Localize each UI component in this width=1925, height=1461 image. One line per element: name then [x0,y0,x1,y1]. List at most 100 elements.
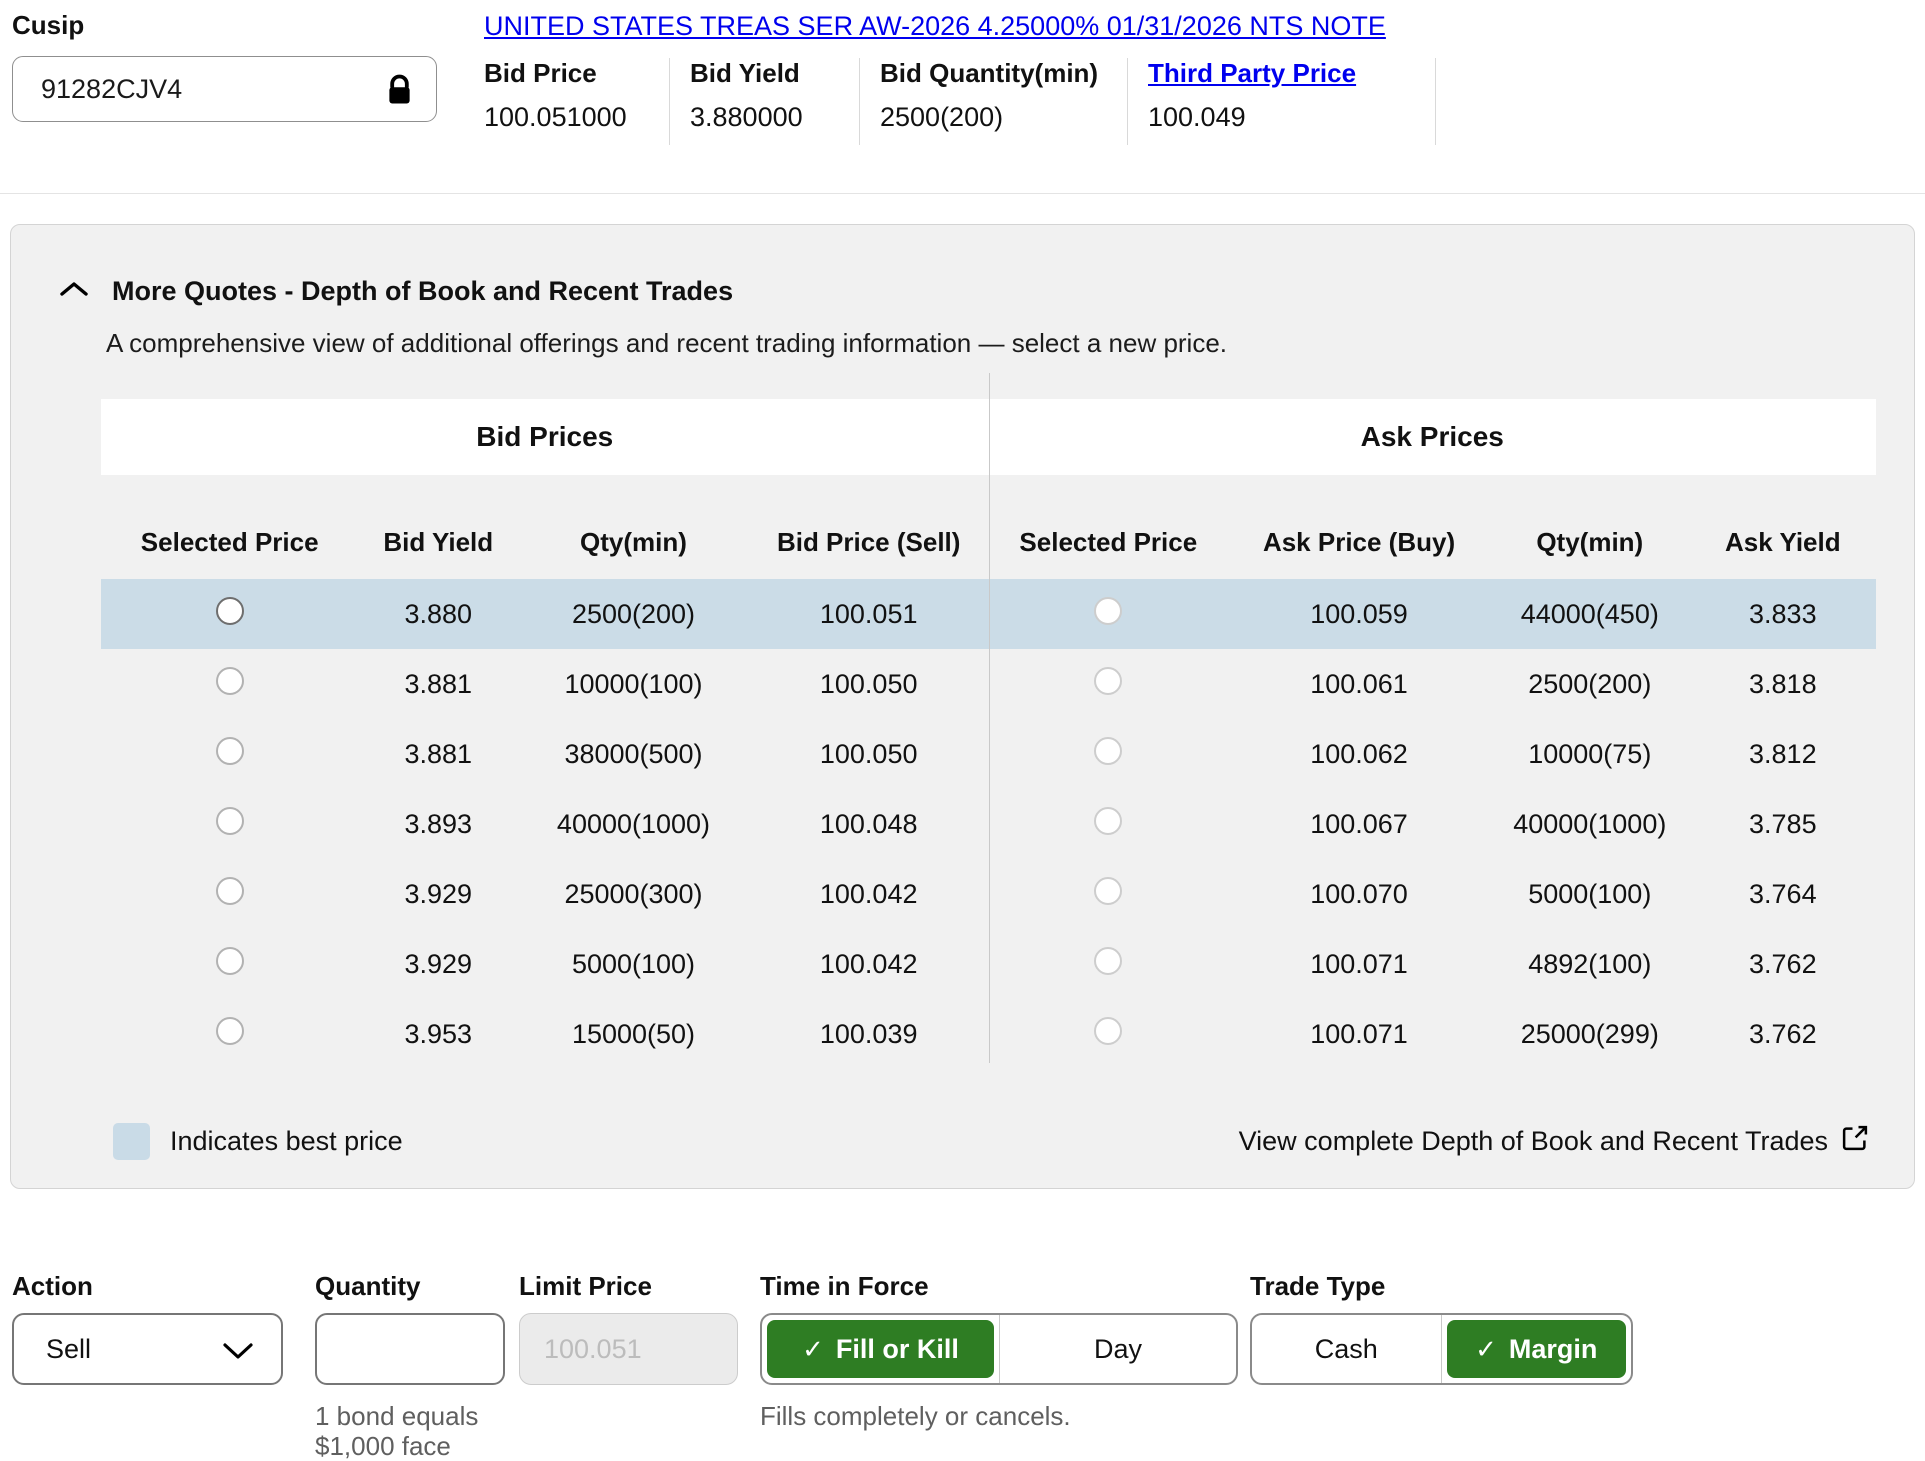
security-title-link[interactable]: UNITED STATES TREAS SER AW-2026 4.25000%… [484,10,1386,42]
bid-price-cell: 100.048 [749,809,989,840]
ask-prices-title: Ask Prices [989,421,1877,453]
bid-price-cell: 100.051 [749,599,989,630]
bid-quantity-field: Bid Quantity(min) 2500(200) [880,58,1128,145]
view-depth-link[interactable]: View complete Depth of Book and Recent T… [1239,1123,1870,1160]
bid-yield-cell: 3.893 [358,809,518,840]
ask-price-radio[interactable] [1094,667,1122,695]
depth-row: 3.929 25000(300) 100.042 100.070 5000(10… [101,859,1876,929]
depth-of-book-panel: More Quotes - Depth of Book and Recent T… [10,224,1915,1189]
bid-yield-cell: 3.880 [358,599,518,630]
cash-button[interactable]: Cash [1252,1315,1442,1383]
bid-price-label: Bid Price [484,58,647,88]
depth-rows: 3.880 2500(200) 100.051 100.059 44000(45… [101,579,1876,1069]
best-price-legend: Indicates best price [113,1123,403,1160]
header-divider [0,193,1925,194]
depth-row: 3.893 40000(1000) 100.048 100.067 40000(… [101,789,1876,859]
bid-price-cell: 100.042 [749,949,989,980]
action-select[interactable]: Sell [12,1313,283,1385]
ask-price-cell: 100.071 [1228,1019,1490,1050]
bid-yield-cell: 3.929 [358,879,518,910]
best-price-legend-text: Indicates best price [170,1126,403,1157]
third-party-price-value: 100.049 [1148,102,1413,133]
ask-price-cell: 100.061 [1228,669,1490,700]
ask-yield-cell: 3.762 [1690,1019,1876,1050]
ask-price-radio[interactable] [1094,807,1122,835]
time-in-force-toggle: ✓ Fill or Kill Day [760,1313,1238,1385]
day-button[interactable]: Day [999,1315,1236,1383]
ask-price-radio[interactable] [1094,947,1122,975]
bid-price-cell: 100.050 [749,739,989,770]
col-ask-qty: Qty(min) [1490,527,1690,558]
quote-fields: Bid Price 100.051000 Bid Yield 3.880000 … [484,58,1925,145]
ask-price-radio[interactable] [1094,877,1122,905]
quantity-input[interactable] [315,1313,505,1385]
ask-qty-cell: 44000(450) [1490,599,1690,630]
action-selected-value: Sell [14,1334,91,1365]
time-in-force-helper: Fills completely or cancels. [760,1401,1238,1431]
bid-price-cell: 100.042 [749,879,989,910]
depth-row: 3.880 2500(200) 100.051 100.059 44000(45… [101,579,1876,649]
depth-table: Bid Prices Ask Prices Selected Price Bid… [101,399,1876,1069]
ask-yield-cell: 3.818 [1690,669,1876,700]
ask-qty-cell: 4892(100) [1490,949,1690,980]
trade-type-label: Trade Type [1250,1271,1633,1301]
fill-or-kill-button[interactable]: ✓ Fill or Kill [767,1320,994,1378]
ask-yield-cell: 3.785 [1690,809,1876,840]
ask-price-cell: 100.070 [1228,879,1490,910]
cusip-label: Cusip [12,10,464,40]
panel-collapse-header[interactable]: More Quotes - Depth of Book and Recent T… [58,275,1914,307]
bid-yield-label: Bid Yield [690,58,837,88]
col-bid-qty: Qty(min) [518,527,749,558]
margin-button[interactable]: ✓ Margin [1447,1320,1627,1378]
bid-price-radio[interactable] [216,1017,244,1045]
bid-qty-cell: 38000(500) [518,739,749,770]
bid-yield-cell: 3.881 [358,739,518,770]
bid-qty-cell: 40000(1000) [518,809,749,840]
bid-price-radio[interactable] [216,597,244,625]
quantity-helper: 1 bond equals $1,000 face [315,1401,505,1461]
panel-title: More Quotes - Depth of Book and Recent T… [112,275,733,307]
quote-header: Cusip UNITED STATES TREAS SER AW-2026 4.… [0,0,1925,145]
chevron-up-icon[interactable] [58,279,90,304]
ask-yield-cell: 3.812 [1690,739,1876,770]
bid-price-radio[interactable] [216,667,244,695]
ask-yield-cell: 3.764 [1690,879,1876,910]
check-icon: ✓ [802,1334,824,1365]
check-icon: ✓ [1475,1334,1497,1365]
col-bid-price: Bid Price (Sell) [749,527,989,558]
lock-icon [386,74,413,111]
order-form: Action Sell Quantity 1 bond equals $1,00… [12,1271,1925,1461]
bid-prices-title: Bid Prices [101,421,989,453]
ask-price-radio[interactable] [1094,737,1122,765]
ask-price-radio[interactable] [1094,1017,1122,1045]
section-title-band: Bid Prices Ask Prices [101,399,1876,475]
ask-price-cell: 100.071 [1228,949,1490,980]
ask-qty-cell: 5000(100) [1490,879,1690,910]
ask-price-radio[interactable] [1094,597,1122,625]
cusip-input[interactable] [12,56,437,122]
bid-qty-cell: 2500(200) [518,599,749,630]
bid-price-radio[interactable] [216,737,244,765]
bid-qty-cell: 15000(50) [518,1019,749,1050]
col-selected-price-bid: Selected Price [101,527,358,558]
bid-quantity-label: Bid Quantity(min) [880,58,1105,88]
bid-price-cell: 100.050 [749,669,989,700]
third-party-price-link[interactable]: Third Party Price [1148,58,1413,88]
external-link-icon [1828,1123,1870,1160]
third-party-price-field: Third Party Price 100.049 [1148,58,1436,145]
ask-qty-cell: 2500(200) [1490,669,1690,700]
ask-yield-cell: 3.762 [1690,949,1876,980]
panel-subtitle: A comprehensive view of additional offer… [106,327,1914,359]
bid-yield-field: Bid Yield 3.880000 [690,58,860,145]
ask-qty-cell: 25000(299) [1490,1019,1690,1050]
bid-quantity-value: 2500(200) [880,102,1105,133]
quantity-label: Quantity [315,1271,505,1301]
bid-price-value: 100.051000 [484,102,647,133]
bid-price-radio[interactable] [216,877,244,905]
ask-yield-cell: 3.833 [1690,599,1876,630]
bid-price-radio[interactable] [216,947,244,975]
limit-price-label: Limit Price [519,1271,738,1301]
bid-price-radio[interactable] [216,807,244,835]
trade-type-toggle: Cash ✓ Margin [1250,1313,1633,1385]
ask-price-cell: 100.059 [1228,599,1490,630]
